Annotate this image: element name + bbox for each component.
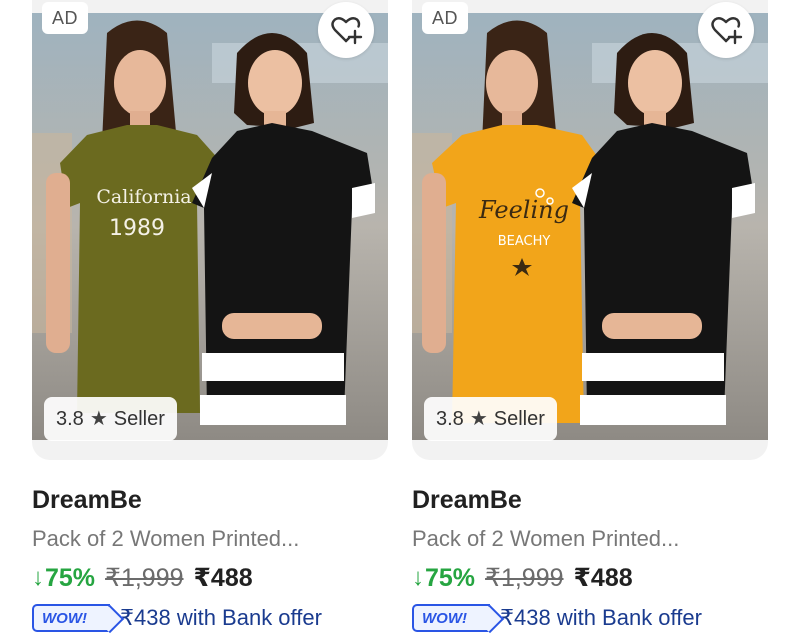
wishlist-button[interactable]: [698, 2, 754, 58]
selling-price: ₹488: [193, 564, 253, 592]
product-image-container[interactable]: Feeling BEACHY AD 3.8 ★ Seller: [412, 0, 768, 460]
wishlist-button[interactable]: [318, 2, 374, 58]
product-title[interactable]: Pack of 2 Women Printed...: [412, 524, 768, 554]
discount-percent: 75%: [45, 563, 96, 592]
shirt-print-line2: BEACHY: [498, 234, 551, 249]
wow-badge-icon: WOW!: [32, 604, 110, 632]
ad-badge: AD: [42, 2, 89, 34]
star-icon: ★: [469, 408, 488, 430]
wow-badge-text: WOW!: [42, 609, 87, 627]
brand-name[interactable]: DreamBe: [412, 484, 768, 516]
rating-value: 3.8: [436, 407, 464, 430]
bank-offer-text: ₹438 with Bank offer: [500, 605, 702, 630]
product-title[interactable]: Pack of 2 Women Printed...: [32, 524, 388, 554]
heart-plus-icon: [711, 17, 743, 45]
product-card[interactable]: Feeling BEACHY AD 3.8 ★ Seller DreamBe P…: [412, 0, 768, 634]
price-row: ↓ 75% ₹1,999 ₹488: [412, 560, 768, 596]
price-row: ↓ 75% ₹1,999 ₹488: [32, 560, 388, 596]
rating-label: Seller: [493, 407, 545, 430]
heart-plus-icon: [331, 17, 363, 45]
rating-label: Seller: [113, 407, 165, 430]
ad-badge: AD: [422, 2, 469, 34]
shirt-print-line1: Feeling: [478, 196, 569, 224]
bank-offer: WOW! ₹438 with Bank offer: [32, 602, 388, 634]
brand-name[interactable]: DreamBe: [32, 484, 388, 516]
original-price: ₹1,999: [105, 564, 184, 592]
product-photo[interactable]: Feeling BEACHY: [412, 13, 768, 440]
discount-badge: ↓ 75%: [412, 564, 475, 593]
product-photo[interactable]: California 1989: [32, 13, 388, 440]
shirt-print-line2: 1989: [109, 216, 165, 241]
product-grid: California 1989 AD 3.8 ★ Seller DreamBe …: [0, 0, 800, 642]
star-icon: ★: [89, 408, 108, 430]
wow-badge-text: WOW!: [422, 609, 467, 627]
original-price: ₹1,999: [485, 564, 564, 592]
selling-price: ₹488: [573, 564, 633, 592]
product-card[interactable]: California 1989 AD 3.8 ★ Seller DreamBe …: [32, 0, 388, 634]
bank-offer-text: ₹438 with Bank offer: [120, 605, 322, 630]
discount-percent: 75%: [425, 563, 476, 592]
rating-badge: 3.8 ★ Seller: [44, 397, 177, 441]
bank-offer: WOW! ₹438 with Bank offer: [412, 602, 768, 634]
wow-badge-icon: WOW!: [412, 604, 490, 632]
down-arrow-icon: ↓: [32, 564, 44, 591]
rating-badge: 3.8 ★ Seller: [424, 397, 557, 441]
down-arrow-icon: ↓: [412, 564, 424, 591]
product-image-container[interactable]: California 1989 AD 3.8 ★ Seller: [32, 0, 388, 460]
shirt-print-line1: California: [96, 186, 191, 208]
rating-value: 3.8: [56, 407, 84, 430]
discount-badge: ↓ 75%: [32, 564, 95, 593]
